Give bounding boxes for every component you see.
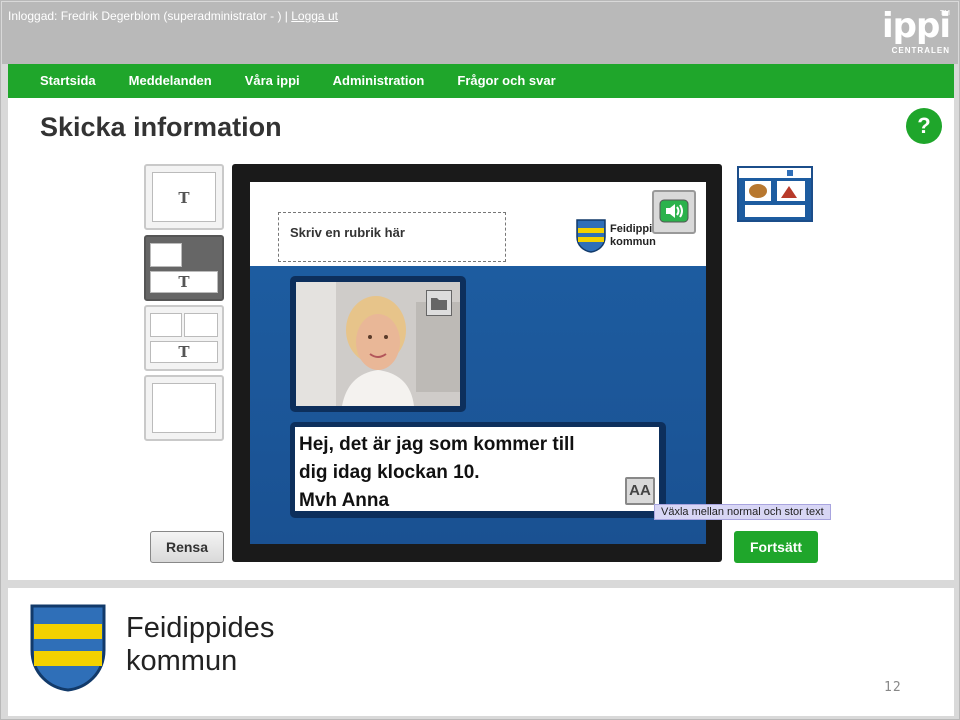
clear-button[interactable]: Rensa xyxy=(150,531,224,563)
message-line-3: Mvh Anna xyxy=(299,490,390,511)
help-button[interactable]: ? xyxy=(906,108,942,144)
text-size-toggle-button[interactable]: AA xyxy=(625,477,655,505)
slide-footer: Feidippides kommun 12 xyxy=(8,588,954,716)
message-line-2: dig idag klockan 10. xyxy=(299,462,480,483)
message-text-area[interactable]: Hej, det är jag som kommer till dig idag… xyxy=(295,427,659,511)
nav-startsida[interactable]: Startsida xyxy=(40,64,96,98)
login-status: Inloggad: Fredrik Degerblom (superadmini… xyxy=(8,9,338,23)
nav-meddelanden[interactable]: Meddelanden xyxy=(129,64,212,107)
speaker-button[interactable] xyxy=(652,190,696,234)
template-text-cell: T xyxy=(150,271,218,293)
template-image-cell xyxy=(150,313,182,337)
nav-vara-ippi[interactable]: Våra ippi xyxy=(245,64,300,98)
message-thumbnail[interactable] xyxy=(737,166,813,222)
tooltip: Växla mellan normal och stor text xyxy=(654,504,831,520)
footer-kommun-line2: kommun xyxy=(126,645,238,677)
page-title: Skicka information xyxy=(40,112,282,142)
template-text-only[interactable]: T xyxy=(144,164,224,230)
message-editor: Skriv en rubrik här Feidippides kommun H… xyxy=(232,164,722,562)
change-image-button[interactable] xyxy=(426,290,452,316)
template-two-images-text[interactable]: T xyxy=(144,305,224,371)
editor-header: Skriv en rubrik här Feidippides kommun xyxy=(250,182,706,266)
template-image-cell xyxy=(152,383,216,433)
nav-fragor-och-svar[interactable]: Frågor och svar xyxy=(457,64,555,98)
main-nav: Startsida Meddelanden Våra ippi Administ… xyxy=(8,64,954,107)
thumbnail-preview xyxy=(739,168,811,220)
ippi-logo-subtitle: CENTRALEN xyxy=(891,46,950,55)
photo-frame xyxy=(290,276,466,412)
ippi-logo-text: ippi xyxy=(882,6,951,46)
ippi-logo: ippi TM CENTRALEN xyxy=(872,6,951,62)
main-content: Skicka information ? T T T Skriv en rubr… xyxy=(8,98,954,580)
portrait-photo xyxy=(296,282,460,406)
folder-icon xyxy=(431,298,447,310)
nav-administration[interactable]: Administration xyxy=(333,64,425,98)
page-number: 12 xyxy=(884,680,902,695)
headline-input[interactable]: Skriv en rubrik här xyxy=(278,212,506,262)
logout-link[interactable]: Logga ut xyxy=(291,9,338,23)
continue-button[interactable]: Fortsätt xyxy=(734,531,818,563)
ippi-trademark: TM xyxy=(939,10,950,17)
template-image-cell xyxy=(150,243,182,267)
template-image-only[interactable] xyxy=(144,375,224,441)
kommun-name-line2: kommun xyxy=(610,236,656,248)
text-size-icon: AA xyxy=(629,482,651,499)
message-line-1: Hej, det är jag som kommer till xyxy=(299,434,575,455)
template-image-cell xyxy=(184,313,218,337)
editor-body: Hej, det är jag som kommer till dig idag… xyxy=(250,266,706,544)
speaker-icon xyxy=(659,199,689,223)
login-text: Inloggad: Fredrik Degerblom (superadmini… xyxy=(8,9,288,23)
top-bar: Inloggad: Fredrik Degerblom (superadmini… xyxy=(2,2,958,64)
template-text-cell: T xyxy=(152,172,216,222)
message-text-frame: Hej, det är jag som kommer till dig idag… xyxy=(290,422,666,518)
template-text-cell: T xyxy=(150,341,218,363)
coat-of-arms-icon xyxy=(576,219,606,253)
footer-kommun-name: Feidippides kommun xyxy=(126,612,274,678)
coat-of-arms-icon xyxy=(30,604,106,692)
template-image-text[interactable]: T xyxy=(144,235,224,301)
footer-kommun-line1: Feidippides xyxy=(126,612,275,644)
